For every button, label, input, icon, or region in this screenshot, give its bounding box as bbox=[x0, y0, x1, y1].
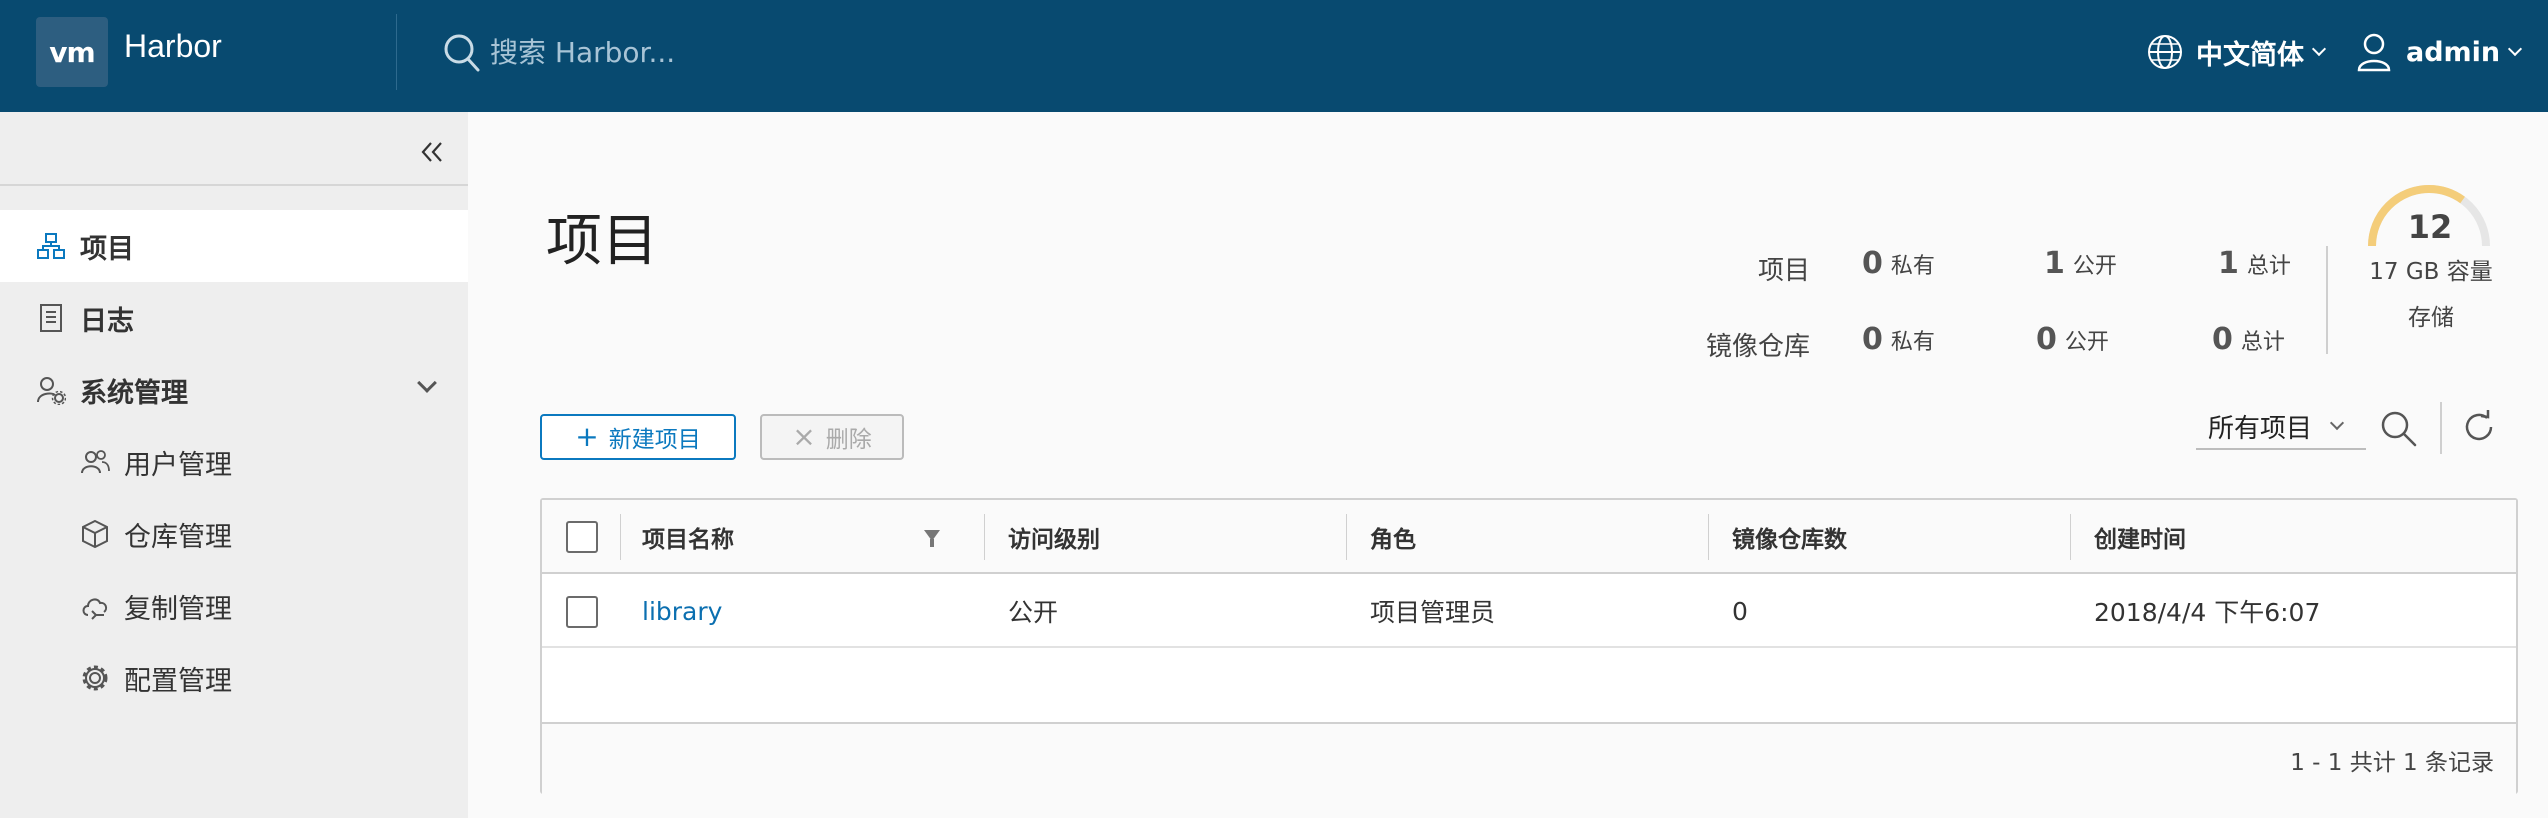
stats-repos-label: 镜像仓库 bbox=[1705, 332, 1810, 362]
column-header-role[interactable]: 角色 bbox=[1370, 500, 1416, 574]
app-title[interactable]: Harbor bbox=[124, 28, 222, 65]
stat-projects-total: 1 总计 bbox=[2218, 246, 2291, 281]
toolbar-divider bbox=[2440, 402, 2442, 454]
vmware-logo[interactable]: vm bbox=[36, 17, 108, 87]
table-row: library 公开 项目管理员 0 2018/4/4 下午6:07 bbox=[542, 574, 2516, 648]
logo-text: vm bbox=[49, 35, 95, 69]
sidebar-item-logs[interactable]: 日志 bbox=[0, 282, 468, 354]
chevron-down-icon bbox=[2508, 41, 2523, 57]
language-selector[interactable]: 中文简体 bbox=[2146, 26, 2327, 78]
log-icon bbox=[36, 303, 66, 333]
stats-projects-label: 项目 bbox=[1757, 256, 1810, 286]
admin-icon bbox=[36, 375, 66, 405]
user-menu[interactable]: admin bbox=[2356, 26, 2523, 78]
stat-projects-public: 1 公开 bbox=[2044, 246, 2117, 281]
globe-icon bbox=[2148, 35, 2182, 69]
stat-repos-public: 0 公开 bbox=[2036, 322, 2109, 357]
chevron-down-icon[interactable] bbox=[417, 373, 437, 393]
sidebar-item-admin[interactable]: 系统管理 bbox=[0, 354, 468, 426]
search-icon[interactable] bbox=[2378, 408, 2420, 450]
users-icon bbox=[80, 447, 110, 477]
sidebar-item-label: 项目 bbox=[80, 233, 134, 265]
column-header-created[interactable]: 创建时间 bbox=[2094, 500, 2186, 574]
stats-divider bbox=[2326, 246, 2328, 354]
projects-table: 项目名称 访问级别 角色 镜像仓库数 创建时间 library 公开 项目管理员… bbox=[540, 498, 2518, 794]
quota-number: 12 bbox=[2407, 208, 2453, 246]
sidebar-item-label: 用户管理 bbox=[124, 449, 232, 481]
cell-created: 2018/4/4 下午6:07 bbox=[2094, 598, 2321, 627]
box-icon bbox=[80, 519, 110, 549]
sidebar-item-configuration[interactable]: 配置管理 bbox=[0, 642, 468, 714]
column-divider bbox=[1346, 514, 1347, 560]
language-label: 中文简体 bbox=[2196, 39, 2304, 71]
stat-repos-private: 0 私有 bbox=[1862, 322, 1935, 357]
username: admin bbox=[2406, 36, 2501, 68]
column-header-name[interactable]: 项目名称 bbox=[642, 500, 734, 574]
stat-repos-total: 0 总计 bbox=[2212, 322, 2285, 357]
quota-storage-label: 存储 bbox=[2408, 305, 2454, 331]
sidebar-item-label: 配置管理 bbox=[124, 665, 232, 697]
double-chevron-left-icon bbox=[421, 142, 442, 162]
new-project-label: 新建项目 bbox=[608, 427, 701, 453]
cell-role: 项目管理员 bbox=[1370, 598, 1496, 627]
column-header-repo-count[interactable]: 镜像仓库数 bbox=[1732, 500, 1847, 574]
user-icon bbox=[2357, 33, 2391, 72]
chevron-down-icon bbox=[2329, 415, 2345, 431]
sidebar-item-replication[interactable]: 复制管理 bbox=[0, 570, 468, 642]
project-filter-select[interactable]: 所有项目 bbox=[2196, 404, 2366, 450]
column-divider bbox=[1708, 514, 1709, 560]
project-icon bbox=[36, 231, 66, 261]
new-project-button[interactable]: + 新建项目 bbox=[540, 414, 736, 460]
header-divider bbox=[396, 14, 397, 90]
search-icon[interactable] bbox=[442, 30, 482, 74]
project-name-link[interactable]: library bbox=[642, 597, 722, 626]
row-checkbox[interactable] bbox=[566, 596, 598, 628]
delete-label: 删除 bbox=[825, 427, 872, 453]
column-divider bbox=[2070, 514, 2071, 560]
chevron-down-icon bbox=[2311, 41, 2327, 57]
sidebar: 项目 日志 系统管理 用户管理 仓库管理 复制管理 配置管理 bbox=[0, 112, 468, 818]
cell-repo-count: 0 bbox=[1732, 596, 1748, 626]
sidebar-item-repositories[interactable]: 仓库管理 bbox=[0, 498, 468, 570]
table-footer: 1 - 1 共计 1 条记录 bbox=[542, 722, 2516, 794]
delete-button[interactable]: × 删除 bbox=[760, 414, 904, 460]
sidebar-item-projects[interactable]: 项目 bbox=[0, 210, 468, 282]
cloud-icon bbox=[80, 591, 110, 621]
top-header: vm Harbor 中文简体 admin bbox=[0, 0, 2548, 112]
gear-icon bbox=[80, 663, 110, 693]
sidebar-item-label: 日志 bbox=[80, 305, 134, 337]
cell-access: 公开 bbox=[1008, 598, 1059, 627]
column-header-access[interactable]: 访问级别 bbox=[1008, 500, 1100, 574]
pagination-summary: 1 - 1 共计 1 条记录 bbox=[2290, 750, 2494, 776]
sidebar-item-users[interactable]: 用户管理 bbox=[0, 426, 468, 498]
table-header: 项目名称 访问级别 角色 镜像仓库数 创建时间 bbox=[542, 500, 2516, 574]
refresh-icon[interactable] bbox=[2458, 406, 2500, 448]
search-input[interactable] bbox=[490, 30, 990, 74]
sidebar-item-label: 仓库管理 bbox=[124, 521, 232, 553]
page-title: 项目 bbox=[546, 209, 658, 274]
column-divider bbox=[620, 514, 621, 560]
select-all-checkbox[interactable] bbox=[566, 521, 598, 553]
column-divider bbox=[984, 514, 985, 560]
sidebar-item-label: 复制管理 bbox=[124, 593, 232, 625]
filter-selected-value: 所有项目 bbox=[2208, 413, 2313, 444]
quota-capacity: 17 GB 容量 bbox=[2369, 259, 2493, 285]
plus-icon: + bbox=[575, 420, 599, 453]
close-icon: × bbox=[792, 420, 816, 453]
filter-icon[interactable] bbox=[924, 530, 940, 547]
stat-projects-private: 0 私有 bbox=[1862, 246, 1935, 281]
sidebar-item-label: 系统管理 bbox=[80, 377, 188, 409]
sidebar-divider bbox=[0, 184, 468, 186]
collapse-sidebar-button[interactable] bbox=[414, 134, 450, 170]
